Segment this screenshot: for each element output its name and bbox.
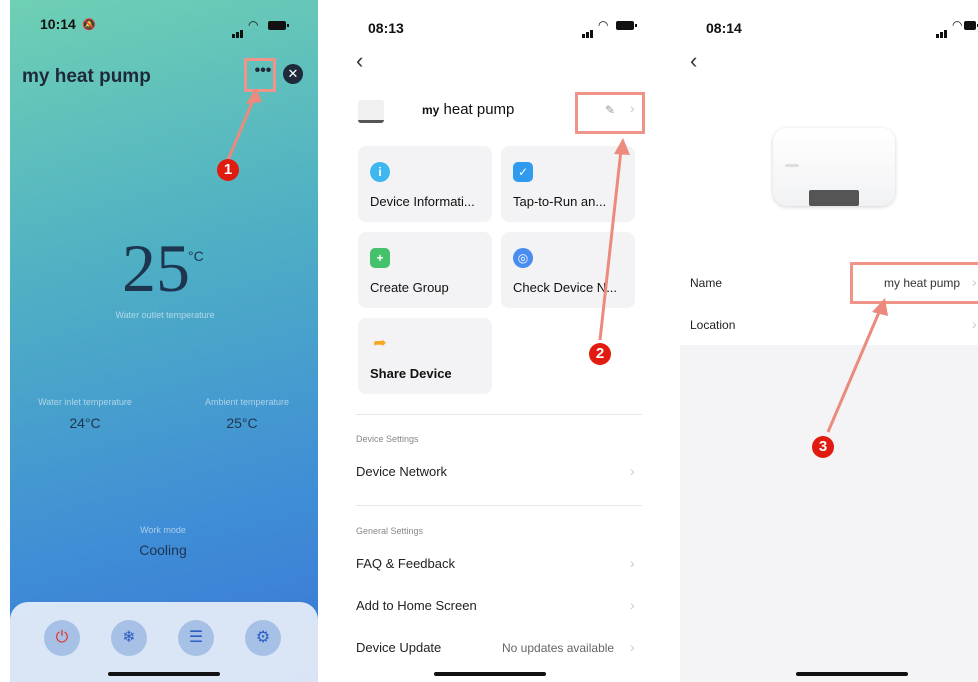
annotation-arrows [226, 88, 888, 433]
step-marker-2: 2 [589, 343, 611, 365]
step-marker-3: 3 [812, 436, 834, 458]
step-marker-1: 1 [217, 159, 239, 181]
